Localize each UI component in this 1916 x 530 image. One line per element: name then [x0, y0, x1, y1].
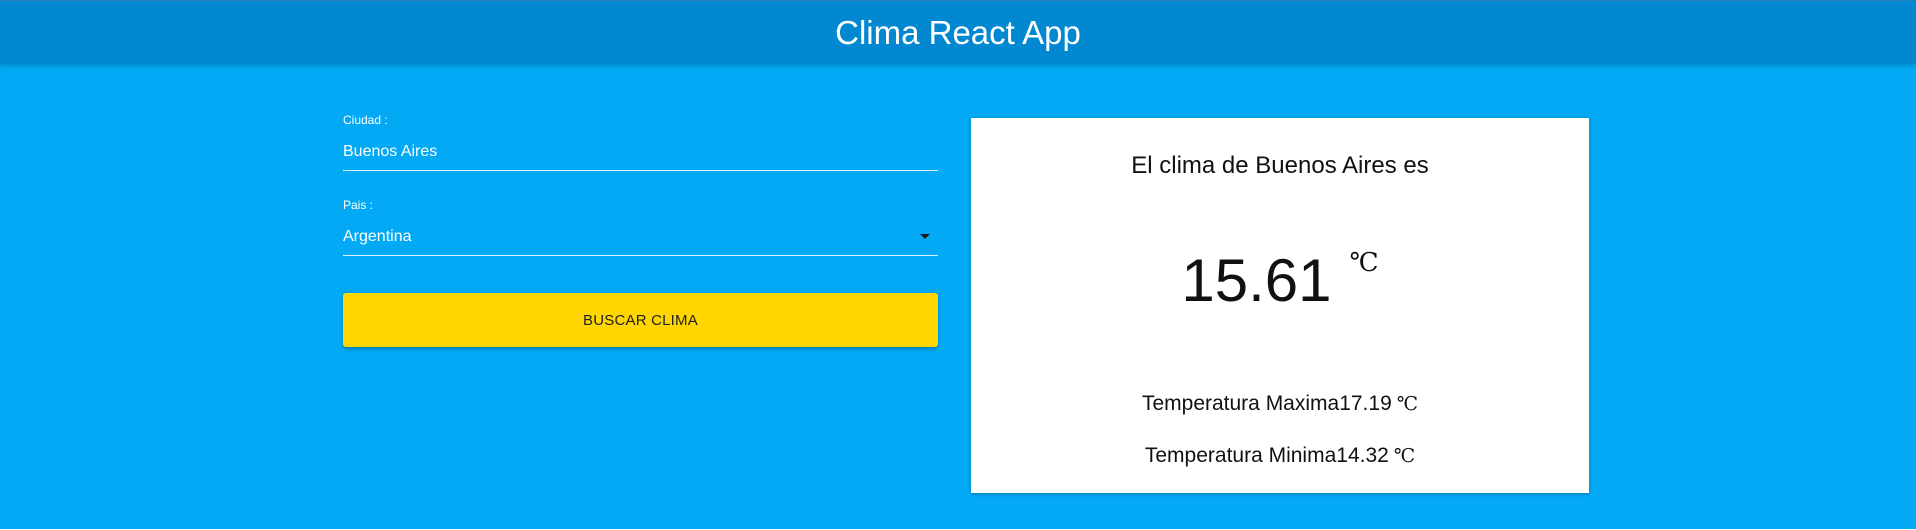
city-input[interactable] [343, 138, 903, 166]
app-title: Clima React App [835, 14, 1081, 51]
min-temperature-unit: ℃ [1393, 445, 1416, 467]
country-selected-value: Argentina [343, 228, 412, 245]
max-temperature-unit: ℃ [1396, 393, 1419, 415]
min-temperature-label: Temperatura Minima [1144, 444, 1337, 467]
max-temperature: Temperatura Maxima17.19 ℃ [971, 391, 1589, 417]
country-select[interactable]: Pais : Argentina [343, 197, 938, 256]
search-weather-button[interactable]: BUSCAR CLIMA [343, 293, 938, 347]
country-label: Pais : [343, 198, 374, 212]
temperature-value: 15.61 [1181, 247, 1332, 314]
page: Clima React App Ciudad : Pais : Argentin… [0, 0, 1916, 530]
weather-result-card: El clima de Buenos Aires es 15.61 ℃ Tempe… [971, 118, 1589, 493]
city-label: Ciudad : [343, 113, 388, 127]
temperature-unit: ℃ [1349, 248, 1379, 278]
min-temperature-value: 14.32 [1336, 444, 1389, 467]
app-background [0, 0, 1916, 529]
city-field: Ciudad : [343, 112, 938, 171]
min-temperature: Temperatura Minima14.32 ℃ [971, 443, 1589, 469]
app-header: Clima React App [0, 0, 1916, 64]
caret-down-icon [920, 234, 930, 239]
max-temperature-value: 17.19 [1339, 392, 1392, 415]
max-temperature-label: Temperatura Maxima [1141, 392, 1340, 415]
current-temperature: 15.61 ℃ [971, 246, 1589, 316]
weather-search-form: Ciudad : Pais : Argentina BUSCAR CLIMA [343, 112, 938, 347]
result-heading: El clima de Buenos Aires es [1131, 152, 1429, 179]
